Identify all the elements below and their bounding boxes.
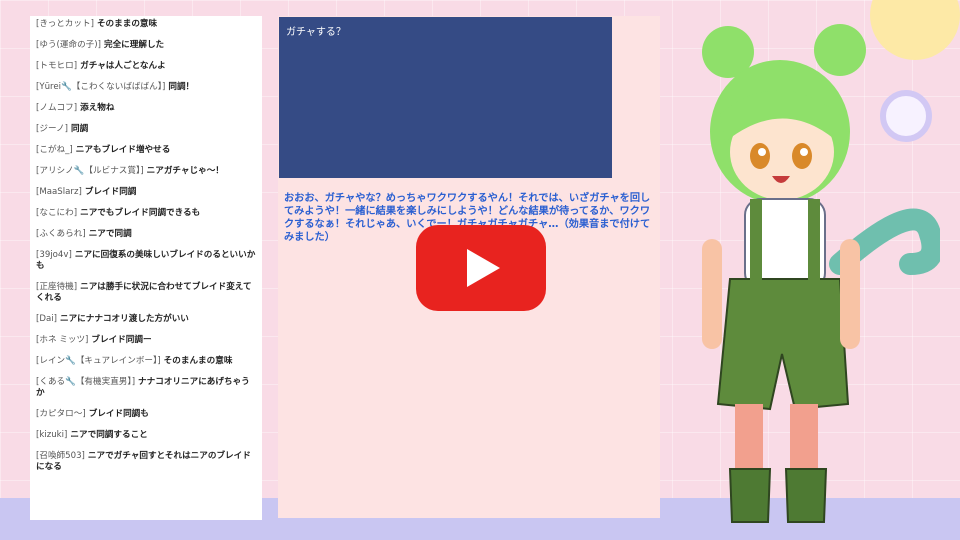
- chat-message-text: ガチャは人ごとなんよ: [80, 61, 166, 71]
- chat-panel: [きっとカット] そのままの意味 [ゆう(運命の子)] 完全に理解した [トモヒロ]…: [30, 16, 262, 520]
- chat-message-author: [MaaSlarz]: [36, 187, 82, 197]
- chat-message-text: ブレイド同調ー: [91, 335, 152, 345]
- chat-message: [ノムコフ] 添え物ね: [36, 103, 256, 114]
- chat-message-author: [Yūrei🔧【こわくないばばばん】]: [36, 82, 166, 92]
- chat-message-author: [なこにわ]: [36, 208, 78, 218]
- chat-message-author: [ホネ ミッツ]: [36, 335, 89, 345]
- chat-message-text: ニアガチャじゃ〜！: [146, 166, 224, 176]
- chat-message-author: [トモヒロ]: [36, 61, 78, 71]
- user-prompt-text: ガチャする？: [286, 27, 346, 38]
- user-prompt-box: ガチャする？: [279, 17, 612, 178]
- chat-message-text: ニアで同調すること: [70, 430, 148, 440]
- chat-message-author: [ノムコフ]: [36, 103, 78, 113]
- chat-message: [アリシノ🔧【ルビナス賞】] ニアガチャじゃ〜！: [36, 166, 256, 177]
- chat-message-author: [ふくあられ]: [36, 229, 86, 239]
- avatar-character: [702, 24, 940, 523]
- chat-message: [kizuki] ニアで同調すること: [36, 430, 256, 441]
- chat-message-text: 同調！: [168, 82, 195, 92]
- chat-message: [MaaSlarz] ブレイド同調: [36, 187, 256, 198]
- video-play-button[interactable]: [416, 225, 546, 311]
- chat-message: [くある🔧【有機実直男】] ナナコオリニアにあげちゃうか: [36, 377, 256, 399]
- chat-message-author: [くある🔧【有機実直男】]: [36, 377, 136, 387]
- chat-message-text: ブレイド同調: [84, 187, 137, 197]
- chat-message-author: [レイン🔧【キュアレインボー】]: [36, 356, 161, 366]
- chat-message-author: [カピタロ〜]: [36, 409, 86, 419]
- chat-message-text: そのままの意味: [96, 19, 158, 29]
- chat-message-text: ニアもブレイド増やせる: [75, 145, 171, 155]
- chat-message: [ゆう(運命の子)] 完全に理解した: [36, 40, 256, 51]
- chat-message-author: [こがね_]: [36, 145, 73, 155]
- chat-message: [Dai] ニアにナナコオリ渡した方がいい: [36, 314, 256, 325]
- chat-message: [カピタロ〜] ブレイド同調も: [36, 409, 256, 420]
- chat-message: [なこにわ] ニアでもブレイド同調できるも: [36, 208, 256, 219]
- chat-message: [ふくあられ] ニアで同調: [36, 229, 256, 240]
- chat-message-text: 添え物ね: [80, 103, 115, 113]
- chat-message: [39jo4v] ニアに回復系の美味しいブレイドのるといいかも: [36, 250, 256, 272]
- chat-message-author: [kizuki]: [36, 430, 68, 440]
- chat-message-author: [39jo4v]: [36, 250, 72, 260]
- chat-message: [召喚師503] ニアでガチャ回すとそれはニアのブレイドになる: [36, 451, 256, 473]
- chat-message-author: [ゆう(運命の子)]: [36, 40, 101, 50]
- chat-message: [トモヒロ] ガチャは人ごとなんよ: [36, 61, 256, 72]
- chat-message-text: 同調: [70, 124, 89, 134]
- chat-message-author: [きっとカット]: [36, 19, 94, 29]
- chat-message: [こがね_] ニアもブレイド増やせる: [36, 145, 256, 156]
- chat-message-author: [召喚師503]: [36, 451, 85, 461]
- chat-message-text: 完全に理解した: [103, 40, 165, 50]
- chat-message: [レイン🔧【キュアレインボー】] そのまんまの意味: [36, 356, 256, 367]
- chat-message: [Yūrei🔧【こわくないばばばん】] 同調！: [36, 82, 256, 93]
- chat-message-author: [Dai]: [36, 314, 57, 324]
- chat-message-text: そのまんまの意味: [163, 356, 233, 366]
- play-icon: [467, 249, 500, 287]
- chat-message: [正座待機] ニアは勝手に状況に合わせてブレイド変えてくれる: [36, 282, 256, 304]
- chat-message: [きっとカット] そのままの意味: [36, 19, 256, 30]
- chat-message-author: [正座待機]: [36, 282, 78, 292]
- chat-message-text: ニアにナナコオリ渡した方がいい: [59, 314, 189, 324]
- chat-message-text: ニアでもブレイド同調できるも: [80, 208, 201, 218]
- chat-message-text: ニアで同調: [88, 229, 132, 239]
- chat-message-author: [アリシノ🔧【ルビナス賞】]: [36, 166, 144, 176]
- chat-message: [ジーノ] 同調: [36, 124, 256, 135]
- chat-message-author: [ジーノ]: [36, 124, 68, 134]
- chat-message-text: ブレイド同調も: [88, 409, 149, 419]
- chat-message: [ホネ ミッツ] ブレイド同調ー: [36, 335, 256, 346]
